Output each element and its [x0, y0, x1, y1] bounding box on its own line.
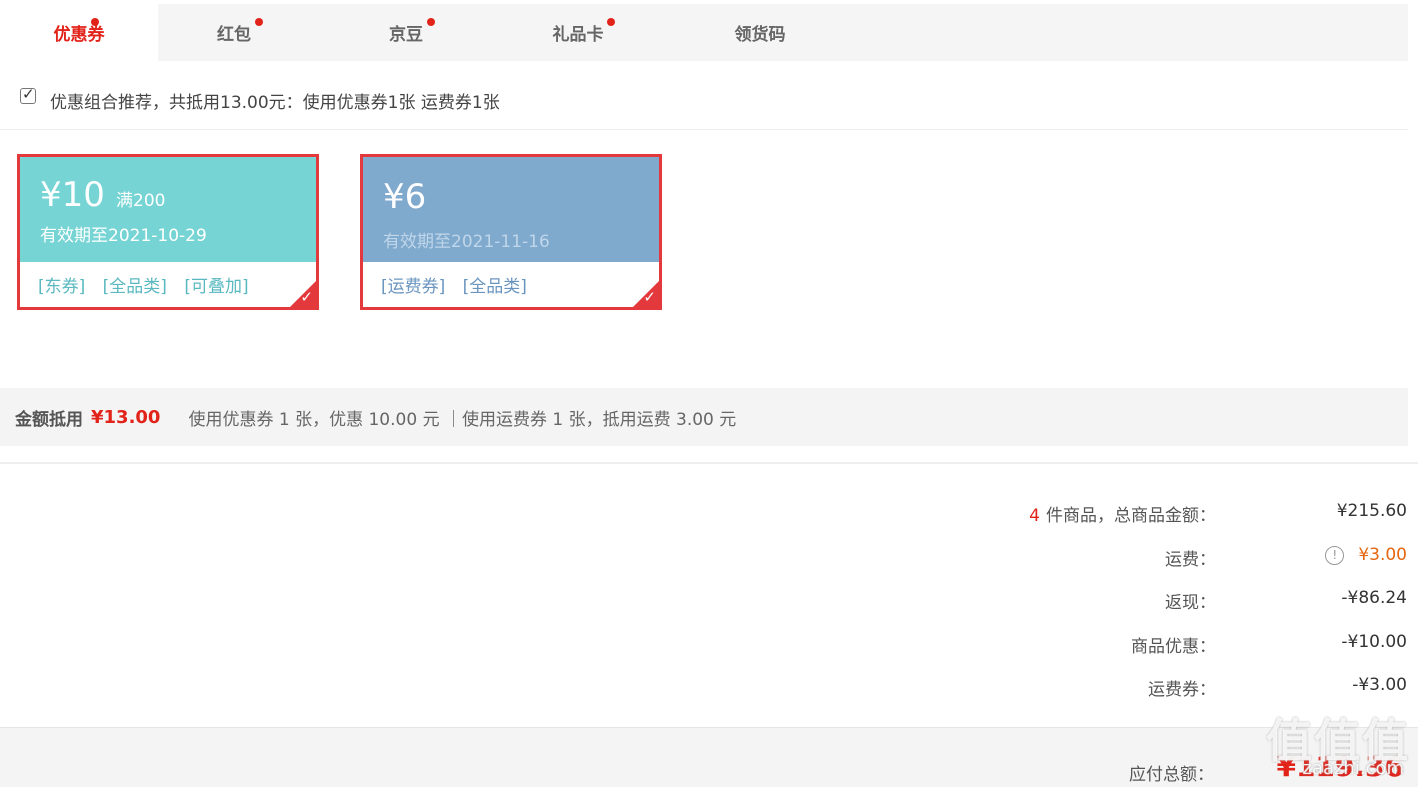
divider: [0, 462, 1418, 464]
coupon-tag: [全品类]: [102, 277, 167, 297]
payable-label: 应付总额：: [1129, 765, 1214, 785]
notification-dot: [427, 18, 435, 26]
discount-row: 商品优惠： -¥10.00: [0, 628, 1408, 658]
discount-label: 商品优惠：: [1131, 637, 1216, 657]
shipping-label: 运费：: [1165, 550, 1216, 570]
tab-label: 京豆: [389, 25, 423, 45]
coupon-tabs: 优惠券 红包 京豆 礼品卡 领货码: [0, 4, 1408, 61]
shipping-coupon-label: 运费券：: [1148, 680, 1216, 700]
info-icon[interactable]: !: [1325, 546, 1345, 565]
summary-label: 金额抵用: [15, 409, 83, 430]
coupon-condition: 满200: [116, 191, 166, 211]
coupon-expiry: 有效期至2021-10-29: [40, 226, 207, 246]
summary-detail: 使用优惠券 1 张，优惠 10.00 元 ｜使用运费券 1 张，抵用运费 3.0…: [188, 409, 737, 430]
shipping-coupon-row: 运费券： -¥3.00: [0, 671, 1408, 701]
coupon-tag: [可叠加]: [184, 277, 249, 297]
shipping-row: 运费： ! ¥3.00: [0, 541, 1408, 571]
coupon-card[interactable]: ¥6 有效期至2021-11-16 [运费券] [全品类] ✓: [360, 154, 662, 310]
coupon-amount: ¥10: [40, 175, 105, 215]
coupon-amount: ¥6: [383, 177, 427, 217]
tab-label: 领货码: [734, 25, 786, 45]
notification-dot: [91, 18, 99, 26]
tab-red-packet[interactable]: 红包: [158, 4, 310, 61]
coupon-tag: [全品类]: [462, 277, 527, 297]
coupon-tag: [运费券]: [381, 277, 446, 297]
cashback-row: 返现： -¥86.24: [0, 584, 1408, 614]
tab-jd-beans[interactable]: 京豆: [310, 4, 502, 61]
recommend-checkbox[interactable]: ✓: [20, 85, 36, 104]
check-icon: ✓: [643, 288, 656, 306]
payable-bar: 应付总额： ¥119.36: [0, 727, 1418, 787]
divider: [0, 129, 1408, 130]
items-label-text: 件商品，总商品金额：: [1046, 506, 1216, 526]
shipping-value: ¥3.00: [1358, 545, 1407, 565]
coupon-tags: [运费券] [全品类]: [363, 262, 659, 297]
shipping-coupon-value: -¥3.00: [1352, 675, 1407, 695]
tab-coupon[interactable]: 优惠券: [0, 4, 158, 61]
coupon-card[interactable]: ¥10 满200 有效期至2021-10-29 [东券] [全品类] [可叠加]…: [17, 154, 319, 310]
notification-dot: [607, 18, 615, 26]
tab-label: 礼品卡: [552, 25, 604, 45]
cashback-value: -¥86.24: [1341, 588, 1407, 608]
recommend-row: ✓ 优惠组合推荐，共抵用13.00元：使用优惠券1张 运费券1张: [20, 85, 500, 114]
cashback-label: 返现：: [1165, 593, 1216, 613]
shipping-value-wrap: ! ¥3.00: [1325, 545, 1407, 565]
total-items-value: ¥215.60: [1336, 501, 1407, 521]
tab-label: 红包: [217, 25, 251, 45]
discount-summary: 金额抵用 ¥13.00 使用优惠券 1 张，优惠 10.00 元 ｜使用运费券 …: [0, 388, 1408, 446]
tab-pickup-code[interactable]: 领货码: [654, 4, 866, 61]
coupon-expiry: 有效期至2021-11-16: [383, 232, 550, 252]
tab-gift-card[interactable]: 礼品卡: [502, 4, 654, 61]
coupon-header: ¥6 有效期至2021-11-16: [363, 157, 659, 262]
coupon-header: ¥10 满200 有效期至2021-10-29: [20, 157, 316, 262]
check-icon: ✓: [300, 288, 313, 306]
item-count: 4: [1029, 506, 1040, 526]
discount-value: -¥10.00: [1341, 632, 1407, 652]
recommend-text: 优惠组合推荐，共抵用13.00元：使用优惠券1张 运费券1张: [50, 92, 500, 113]
coupon-tag: [东券]: [38, 277, 86, 297]
check-icon: ✓: [22, 85, 35, 103]
total-items-row: 4 件商品，总商品金额： ¥215.60: [0, 497, 1408, 527]
total-items-label: 4 件商品，总商品金额：: [1029, 501, 1216, 526]
coupon-tags: [东券] [全品类] [可叠加]: [20, 262, 316, 297]
notification-dot: [255, 18, 263, 26]
watermark-url: zaazhi.com: [1302, 758, 1404, 779]
summary-amount: ¥13.00: [91, 406, 161, 428]
